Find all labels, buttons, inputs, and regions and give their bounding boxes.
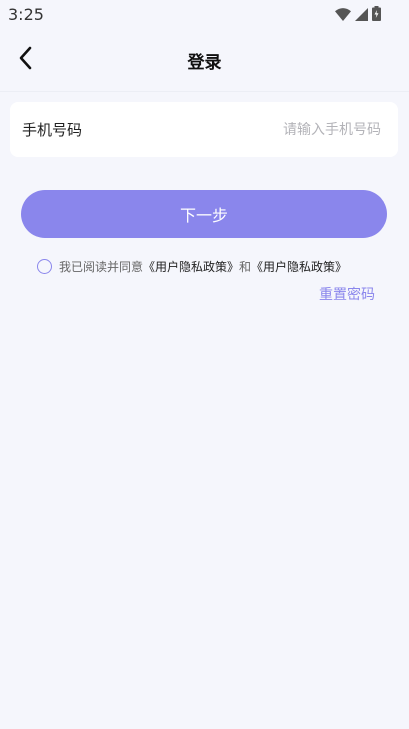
status-bar: 3:25: [0, 0, 409, 30]
nav-bar: 登录: [0, 30, 409, 90]
status-icons: [335, 6, 381, 25]
privacy-policy-link-1[interactable]: 《用户隐私政策》: [143, 258, 239, 275]
phone-field-card: 手机号码: [10, 102, 398, 157]
signal-icon: [355, 6, 368, 25]
agreement-conjunction: 和: [239, 260, 252, 274]
nav-divider: [0, 91, 409, 92]
next-button[interactable]: 下一步: [21, 190, 387, 238]
phone-input[interactable]: [82, 121, 386, 138]
phone-label: 手机号码: [22, 121, 83, 139]
wifi-icon: [335, 6, 351, 25]
privacy-policy-link-2[interactable]: 《用户隐私政策》: [251, 258, 347, 275]
status-time: 3:25: [8, 5, 44, 24]
page-title: 登录: [187, 53, 222, 73]
agreement-prefix: 我已阅读并同意: [59, 260, 144, 274]
reset-password-link[interactable]: 重置密码: [319, 284, 375, 304]
agreement-checkbox[interactable]: [37, 259, 52, 274]
battery-icon: [372, 6, 381, 25]
agreement-row: 我已阅读并同意 《用户隐私政策》 和 《用户隐私政策》: [37, 258, 347, 275]
